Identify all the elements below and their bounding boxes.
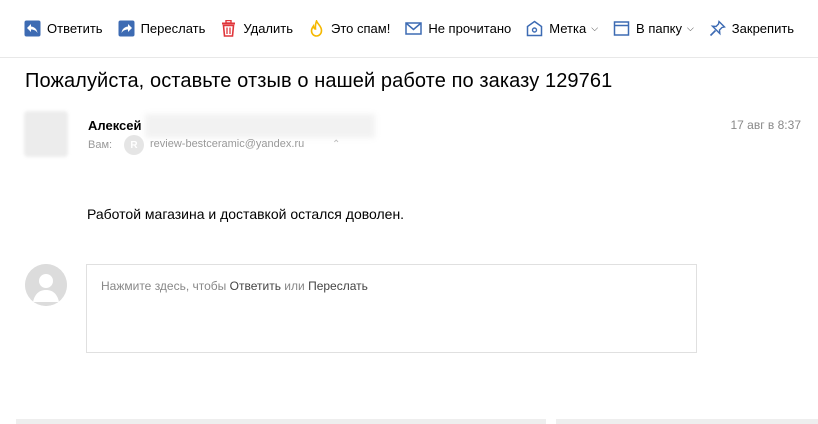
chevron-down-icon: ⌵ <box>591 23 599 33</box>
message-toolbar: Ответить Переслать Удалить Это спам! Не … <box>0 0 818 58</box>
pin-label: Закрепить <box>731 21 795 36</box>
sender-avatar[interactable] <box>24 111 68 157</box>
quick-reply-link[interactable]: Ответить <box>230 279 281 293</box>
forward-button[interactable]: Переслать <box>118 17 206 41</box>
recipient-label: Вам: <box>88 139 113 151</box>
spam-label: Это спам! <box>331 21 391 36</box>
user-avatar <box>25 264 67 306</box>
delete-label: Удалить <box>243 21 294 36</box>
folder-icon <box>613 20 630 37</box>
label-dropdown-label: Метка <box>549 21 587 36</box>
fire-icon <box>308 20 325 37</box>
forward-icon <box>118 20 135 37</box>
reply-label: Ответить <box>47 21 103 36</box>
pin-icon <box>709 20 726 37</box>
quick-reply-prefix: Нажмите здесь, чтобы <box>101 279 227 293</box>
delete-button[interactable]: Удалить <box>220 17 293 41</box>
quick-reply-box[interactable]: Нажмите здесь, чтобы Ответить или Пересл… <box>86 264 697 353</box>
pin-button[interactable]: Закрепить <box>709 17 794 41</box>
recipient-avatar: R <box>124 135 144 155</box>
user-silhouette-icon <box>25 264 67 306</box>
move-to-folder-dropdown[interactable]: В папку ⌵ <box>613 17 694 41</box>
reply-button[interactable]: Ответить <box>24 17 103 41</box>
mark-unread-label: Не прочитано <box>428 21 512 36</box>
chevron-up-icon[interactable]: ⌃ <box>332 139 340 150</box>
quick-reply-or: или <box>284 279 305 293</box>
bottom-panel-right <box>556 419 818 424</box>
quick-forward-link[interactable]: Переслать <box>308 279 368 293</box>
move-to-folder-label: В папку <box>636 21 682 36</box>
recipient-email[interactable]: review-bestceramic@yandex.ru <box>150 138 304 150</box>
spam-button[interactable]: Это спам! <box>308 17 390 41</box>
label-dropdown[interactable]: Метка ⌵ <box>526 17 598 41</box>
sender-email-redacted <box>145 114 375 138</box>
tag-icon <box>526 20 543 37</box>
envelope-icon <box>405 20 423 37</box>
sender-name[interactable]: Алексей <box>88 118 142 133</box>
forward-label: Переслать <box>140 21 206 36</box>
trash-icon <box>220 20 237 37</box>
message-body: Работой магазина и доставкой остался дов… <box>87 206 405 222</box>
message-date: 17 авг в 8:37 <box>730 118 801 132</box>
bottom-panel-left <box>16 419 546 424</box>
message-subject: Пожалуйста, оставьте отзыв о нашей работ… <box>25 70 613 92</box>
chevron-down-icon: ⌵ <box>686 23 694 33</box>
quick-reply-hint: Нажмите здесь, чтобы Ответить или Пересл… <box>101 279 368 293</box>
reply-icon <box>24 20 41 37</box>
mark-unread-button[interactable]: Не прочитано <box>405 17 511 41</box>
